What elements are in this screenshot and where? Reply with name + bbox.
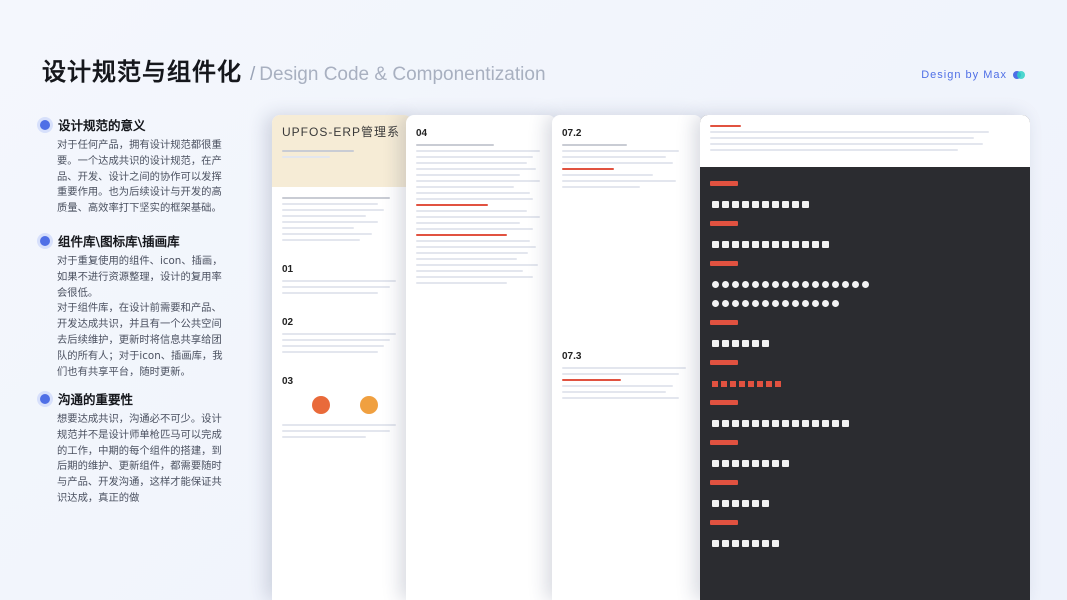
bullet-icon: [40, 235, 50, 246]
doc-section-number: 03: [282, 376, 294, 387]
page-header: 设计规范与组件化 / Design Code & Componentizatio…: [42, 52, 546, 87]
section-body: 对于重复使用的组件、icon、插画，如果不进行资源整理，设计的复用率会很低。 对…: [57, 255, 223, 378]
doc-preview-spec: 04: [406, 115, 556, 600]
bullet-icon: [40, 393, 50, 404]
doc-title: UPFOS-ERP管理系: [282, 125, 401, 139]
section-title: 沟通的重要性: [58, 392, 134, 407]
doc-section-number: 01: [282, 264, 294, 275]
section-title: 设计规范的意义: [58, 118, 146, 133]
doc-preview-icon-library: [700, 115, 1030, 600]
title-separator: /: [250, 64, 256, 85]
section-meaning: 设计规范的意义 对于任何产品，拥有设计规范都很重要。一个达成共识的设计规范，在产…: [40, 115, 226, 217]
bullet-icon: [40, 119, 50, 130]
section-body: 对于任何产品，拥有设计规范都很重要。一个达成共识的设计规范，在产品、开发、设计之…: [57, 139, 222, 215]
doc-section-number: 02: [282, 317, 294, 328]
brand-text: Design by Max: [921, 69, 1007, 81]
doc-section-number: 04: [416, 128, 428, 139]
page-subtitle: Design Code & Componentization: [259, 64, 546, 85]
brand-logo-icon: [1013, 71, 1025, 79]
section-body: 想要达成共识，沟通必不可少。设计规范并不是设计师单枪匹马可以完成的工作，中期的每…: [57, 413, 222, 504]
page-title: 设计规范与组件化: [42, 58, 242, 86]
doc-section-number: 07.2: [562, 128, 582, 139]
icon-library-header: [700, 115, 1030, 167]
doc-preview-forms: 07.2 07.3: [552, 115, 702, 600]
section-communication: 沟通的重要性 想要达成共识，沟通必不可少。设计规范并不是设计师单枪匹马可以完成的…: [40, 389, 226, 507]
brand: Design by Max: [921, 69, 1025, 81]
section-title: 组件库\图标库\插画库: [58, 234, 180, 249]
doc-section-number: 07.3: [562, 351, 582, 362]
section-library: 组件库\图标库\插画库 对于重复使用的组件、icon、插画，如果不进行资源整理，…: [40, 231, 226, 380]
design-doc-previews: UPFOS-ERP管理系 01 02 03 04 07.2 07.3: [272, 115, 1032, 600]
doc-preview-cover: UPFOS-ERP管理系 01 02 03: [272, 115, 412, 600]
